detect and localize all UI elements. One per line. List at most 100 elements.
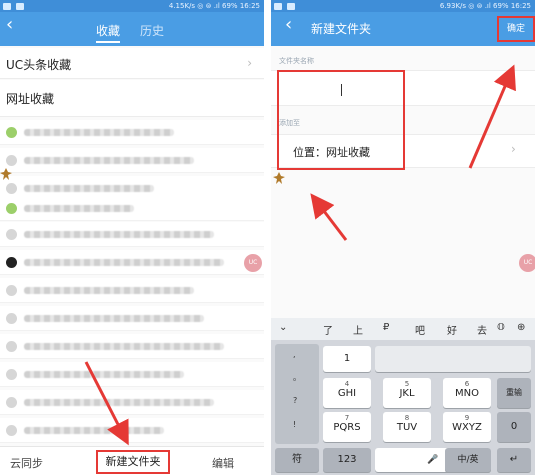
page-title: 新建文件夹 (311, 22, 372, 36)
blurred-title (24, 185, 154, 192)
list-item[interactable] (0, 148, 264, 173)
candidate-word[interactable]: 吧 (415, 322, 425, 337)
back-icon[interactable]: ‹ (6, 14, 13, 35)
list-item[interactable] (0, 390, 264, 415)
key-label: 1 (343, 353, 351, 364)
key-label: JKL (399, 388, 415, 399)
favicon-icon (6, 155, 17, 166)
key-label: ↵ (509, 454, 519, 465)
blurred-title (24, 371, 184, 378)
punct-key[interactable]: 。 (293, 372, 301, 383)
favicon-icon (6, 183, 17, 194)
right-screen: 6.93K/s ◎ ⊜ .ıl 69% 16:25 ‹ 新建文件夹 确定 文件夹… (271, 0, 535, 475)
key-reinput[interactable]: 重输 (497, 378, 531, 408)
list-item-uc-news[interactable]: UC头条收藏 › (0, 48, 264, 79)
leaf-icon (0, 168, 12, 180)
highlight-box (277, 70, 405, 170)
floating-uc-button[interactable]: UC (244, 254, 262, 272)
chevron-right-icon: › (247, 56, 252, 70)
mic-icon: 🎤 (427, 455, 439, 465)
tab-history[interactable]: 历史 (140, 22, 164, 39)
key-number: 9 (464, 414, 470, 422)
list-item[interactable] (0, 418, 264, 443)
list-item-label: 网址收藏 (6, 92, 55, 106)
key-number: 8 (404, 414, 410, 422)
list-item[interactable] (0, 306, 264, 331)
status-bar: 4.15K/s ◎ ⊜ .ıl 69% 16:25 (0, 0, 264, 12)
key-0[interactable]: 0 (497, 412, 531, 442)
key-symbols[interactable]: 符 (275, 448, 319, 472)
key-pqrs[interactable]: 7 PQRS (323, 412, 371, 442)
folder-name-label: 文件夹名称 (279, 57, 314, 65)
key-row1-blank[interactable] (375, 346, 531, 372)
blurred-title (24, 259, 224, 266)
favicon-icon (6, 203, 17, 214)
key-ghi[interactable]: 4 GHI (323, 378, 371, 408)
tab-favorites[interactable]: 收藏 (96, 22, 121, 43)
nav-bar (0, 12, 264, 46)
favicon-icon (6, 397, 17, 408)
candidate-word[interactable]: ₽ (383, 322, 389, 333)
candidate-word[interactable]: 了 (323, 322, 333, 337)
candidate-word[interactable]: 好 (447, 322, 457, 337)
key-label: PQRS (333, 422, 361, 433)
blurred-title (24, 343, 224, 350)
leaf-icon (273, 172, 285, 184)
candidate-word[interactable]: ⊕ (517, 322, 525, 333)
list-item[interactable] (0, 222, 264, 247)
keyboard-collapse-icon[interactable]: ⌄ (279, 322, 287, 333)
candidate-word[interactable]: 上 (353, 322, 363, 337)
candidate-bar (271, 318, 535, 340)
sync-button[interactable]: 云同步 (10, 455, 43, 471)
key-number: 7 (344, 414, 350, 422)
key-label: WXYZ (452, 422, 482, 433)
favicon-icon (6, 285, 17, 296)
new-folder-button[interactable]: 新建文件夹 (96, 450, 170, 474)
favicon-icon (6, 313, 17, 324)
key-1[interactable]: 1 (323, 346, 371, 372)
list-item[interactable] (0, 196, 264, 221)
key-123[interactable]: 123 (323, 448, 371, 472)
key-label: 中/英 (457, 455, 479, 465)
blurred-title (24, 427, 164, 434)
edit-button[interactable]: 编辑 (212, 455, 234, 471)
punct-key[interactable]: ! (293, 420, 296, 429)
key-label: MNO (455, 388, 479, 399)
key-number: 4 (344, 380, 350, 388)
key-wxyz[interactable]: 9 WXYZ (443, 412, 491, 442)
notification-icon (3, 2, 11, 10)
punctuation-column[interactable]: , 。 ? ! (275, 344, 319, 444)
list-item[interactable] (0, 278, 264, 303)
candidate-word[interactable]: 𝕆 (497, 322, 505, 333)
punct-key[interactable]: ? (293, 396, 297, 405)
confirm-button[interactable]: 确定 (497, 16, 535, 42)
key-label: 符 (292, 454, 302, 465)
blurred-title (24, 399, 214, 406)
status-info: 6.93K/s ◎ ⊜ .ıl 69% 16:25 (439, 2, 531, 10)
punct-key[interactable]: , (293, 350, 296, 359)
key-label: 0 (510, 421, 518, 432)
key-label: 重输 (506, 388, 522, 397)
notification-icon (287, 2, 296, 10)
key-label: TUV (396, 422, 418, 433)
blurred-title (24, 129, 174, 136)
list-item[interactable] (0, 362, 264, 387)
key-jkl[interactable]: 5 JKL (383, 378, 431, 408)
key-number: 6 (464, 380, 470, 388)
key-lang-switch[interactable]: 中/英 (445, 448, 491, 472)
key-mno[interactable]: 6 MNO (443, 378, 491, 408)
favicon-icon (6, 229, 17, 240)
status-bar: 6.93K/s ◎ ⊜ .ıl 69% 16:25 (271, 0, 535, 12)
key-enter[interactable]: ↵ (497, 448, 531, 472)
back-icon[interactable]: ‹ (285, 14, 292, 35)
favicon-icon (6, 127, 17, 138)
candidate-word[interactable]: 去 (477, 322, 487, 337)
list-item-web-favorites[interactable]: 网址收藏 (0, 80, 264, 117)
favicon-icon (6, 341, 17, 352)
list-item[interactable] (0, 334, 264, 359)
floating-uc-button[interactable]: UC (519, 254, 535, 272)
favicon-icon (6, 369, 17, 380)
list-item[interactable] (0, 250, 264, 275)
list-item[interactable] (0, 120, 264, 145)
key-tuv[interactable]: 8 TUV (383, 412, 431, 442)
